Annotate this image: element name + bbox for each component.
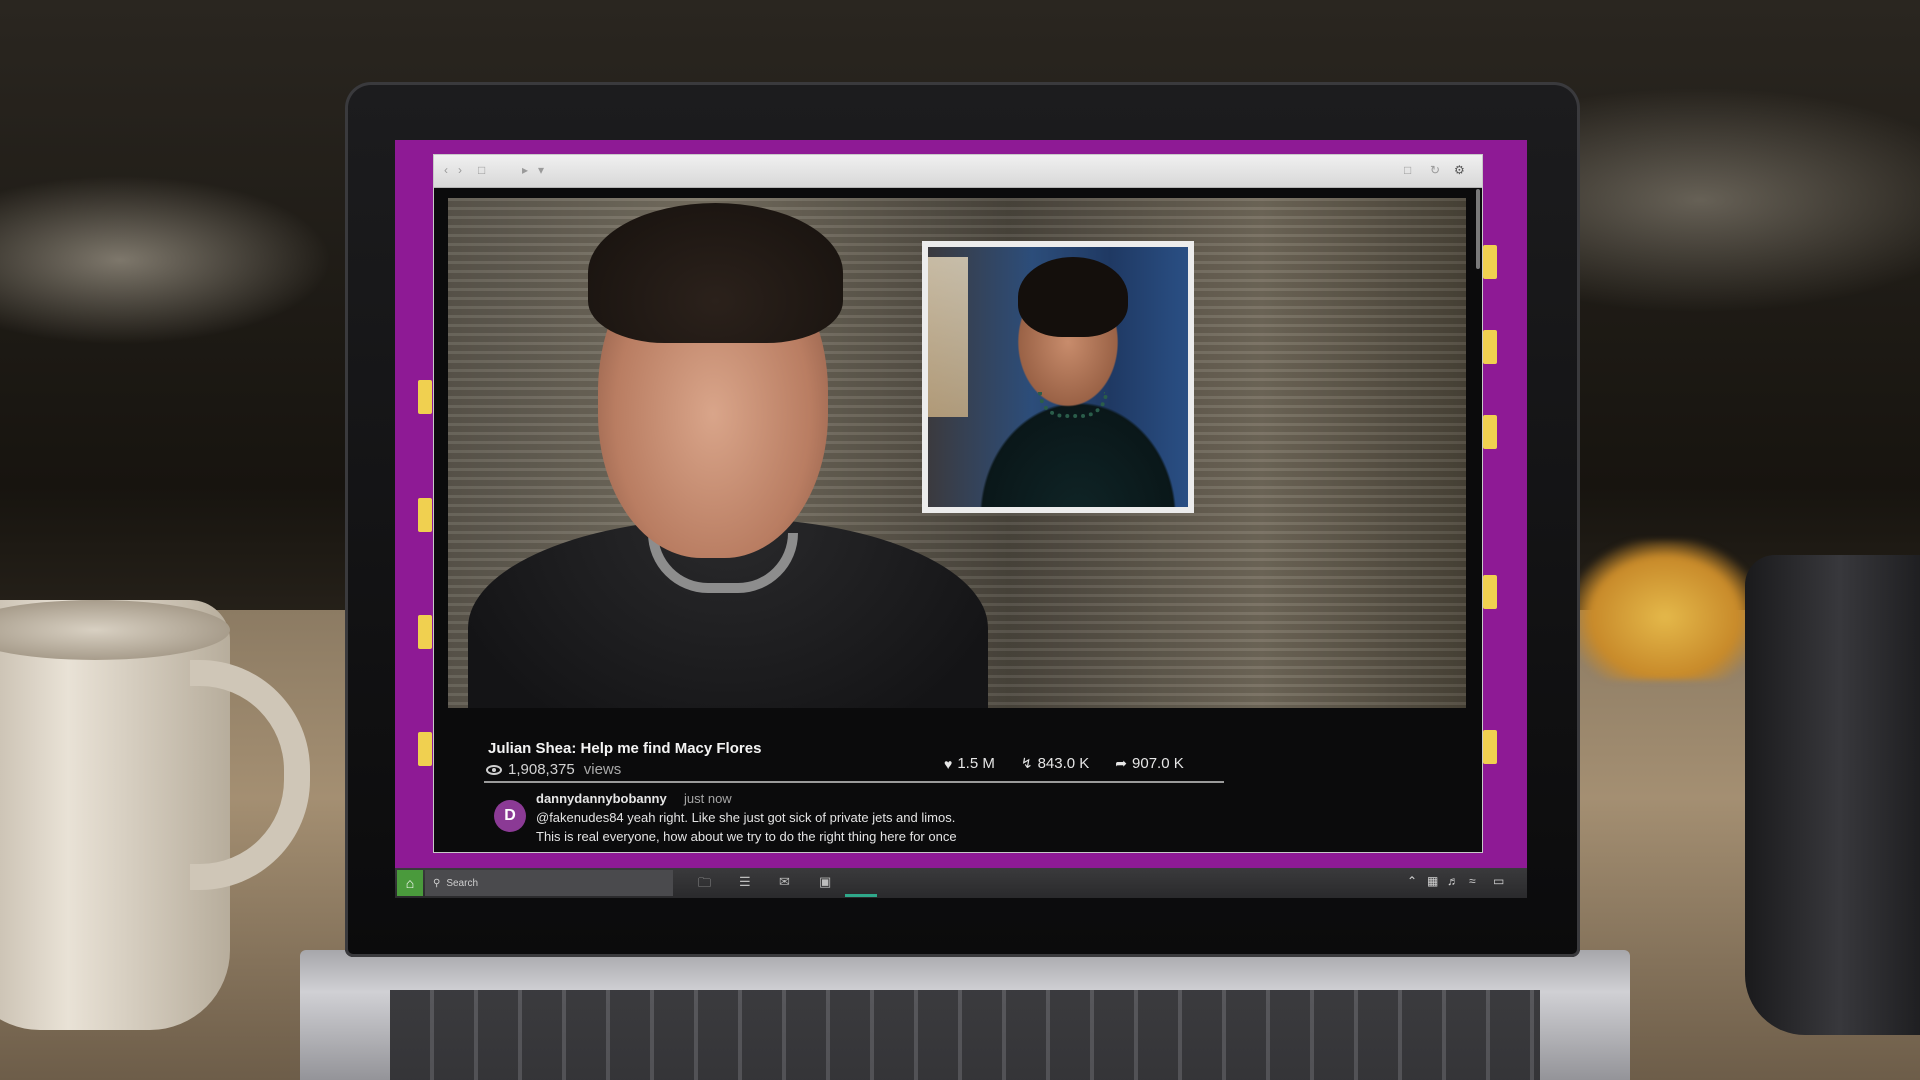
taskbar: ⌂ ⚲ Search 🗀 ☰ ✉ ▣ ⌃ ▦ ♬ ≈ ▭ bbox=[395, 868, 1527, 898]
comment-text-line: @fakenudes84 yeah right. Like she just g… bbox=[536, 810, 956, 825]
inset-person-hair bbox=[1018, 257, 1128, 337]
views-number: 1,908,375 bbox=[508, 761, 575, 778]
desktop-folder-icon[interactable] bbox=[418, 732, 432, 766]
video-person-hair bbox=[588, 203, 843, 343]
desktop-folder-icon[interactable] bbox=[1483, 245, 1497, 279]
desktop-folder-icon[interactable] bbox=[1483, 330, 1497, 364]
search-label: Search bbox=[446, 877, 479, 889]
repost-icon: ↯ bbox=[1020, 755, 1033, 771]
comment-text-line: This is real everyone, how about we try … bbox=[536, 829, 957, 844]
search-icon: ⚲ bbox=[433, 877, 441, 889]
browser-toolbar: ‹ › □ ▸ ▾ □ ↻ ⚙ bbox=[434, 155, 1482, 188]
photo-scene: ‹ › □ ▸ ▾ □ ↻ ⚙ Julian Shea: Help me fin… bbox=[0, 0, 1920, 1080]
desktop-folder-icon[interactable] bbox=[1483, 575, 1497, 609]
video-player[interactable] bbox=[448, 198, 1466, 708]
home-icon: ⌂ bbox=[405, 875, 415, 891]
like-stat[interactable]: ♥ 1.5 M bbox=[944, 755, 995, 772]
desktop-folder-icon[interactable] bbox=[418, 380, 432, 414]
comment-username[interactable]: dannydannybobanny bbox=[536, 791, 667, 806]
like-count: 1.5 M bbox=[957, 755, 995, 772]
back-icon[interactable]: ‹ bbox=[444, 163, 448, 177]
desktop-folder-icon[interactable] bbox=[418, 615, 432, 649]
laptop-screen: ‹ › □ ▸ ▾ □ ↻ ⚙ Julian Shea: Help me fin… bbox=[395, 140, 1527, 898]
active-task-indicator bbox=[845, 894, 877, 897]
repost-count: 843.0 K bbox=[1037, 755, 1090, 772]
window-icon[interactable]: ▣ bbox=[819, 874, 831, 890]
section-divider bbox=[484, 781, 1224, 783]
volume-icon[interactable]: ♬ bbox=[1447, 874, 1459, 888]
taskbar-search[interactable]: ⚲ Search bbox=[425, 870, 673, 896]
inset-photo-frame bbox=[922, 241, 1194, 513]
mail-icon[interactable]: ✉ bbox=[779, 874, 790, 890]
video-title: Julian Shea: Help me find Macy Flores bbox=[488, 740, 762, 757]
browser-window: ‹ › □ ▸ ▾ □ ↻ ⚙ Julian Shea: Help me fin… bbox=[434, 155, 1482, 852]
bookmark-icon[interactable]: □ bbox=[1404, 163, 1411, 177]
chevron-up-icon[interactable]: ⌃ bbox=[1407, 874, 1417, 888]
list-icon[interactable]: ☰ bbox=[739, 874, 751, 890]
scrollbar[interactable] bbox=[1476, 189, 1480, 269]
inset-photo bbox=[928, 247, 1188, 507]
food-plate bbox=[1570, 540, 1760, 680]
tab-icon[interactable]: □ bbox=[478, 163, 485, 177]
share-stat[interactable]: ➦ 907.0 K bbox=[1115, 755, 1183, 772]
inset-necklace bbox=[1038, 392, 1108, 418]
dark-mug bbox=[1745, 555, 1920, 1035]
reload-icon[interactable]: ↻ bbox=[1430, 163, 1440, 177]
network-icon[interactable]: ▦ bbox=[1427, 874, 1438, 888]
views-label: views bbox=[583, 761, 622, 778]
desktop-folder-icon[interactable] bbox=[1483, 415, 1497, 449]
video-page: Julian Shea: Help me find Macy Flores 1,… bbox=[434, 188, 1482, 852]
share-count: 907.0 K bbox=[1132, 755, 1184, 772]
share-arrow-icon: ➦ bbox=[1115, 755, 1128, 771]
desktop-folder-icon[interactable] bbox=[1483, 730, 1497, 764]
avatar[interactable]: D bbox=[494, 800, 526, 832]
notification-icon[interactable]: ▭ bbox=[1493, 874, 1504, 888]
menu-icon[interactable]: ▾ bbox=[538, 163, 544, 177]
comment-timestamp: just now bbox=[684, 791, 732, 806]
engagement-stats: ♥ 1.5 M ↯ 843.0 K ➦ 907.0 K bbox=[944, 755, 1184, 772]
forward-icon[interactable]: › bbox=[458, 163, 462, 177]
folder-icon[interactable]: 🗀 bbox=[698, 874, 711, 896]
wifi-icon[interactable]: ≈ bbox=[1469, 874, 1476, 888]
settings-icon[interactable]: ⚙ bbox=[1454, 163, 1465, 177]
inset-lamp bbox=[928, 257, 968, 417]
start-button[interactable]: ⌂ bbox=[397, 870, 423, 896]
laptop-keyboard bbox=[390, 990, 1540, 1080]
eye-icon bbox=[486, 764, 502, 775]
heart-icon: ♥ bbox=[944, 755, 953, 772]
desktop-folder-icon[interactable] bbox=[418, 498, 432, 532]
view-count: 1,908,375 views bbox=[486, 761, 621, 778]
repost-stat[interactable]: ↯ 843.0 K bbox=[1021, 755, 1089, 772]
play-icon[interactable]: ▸ bbox=[522, 163, 528, 177]
